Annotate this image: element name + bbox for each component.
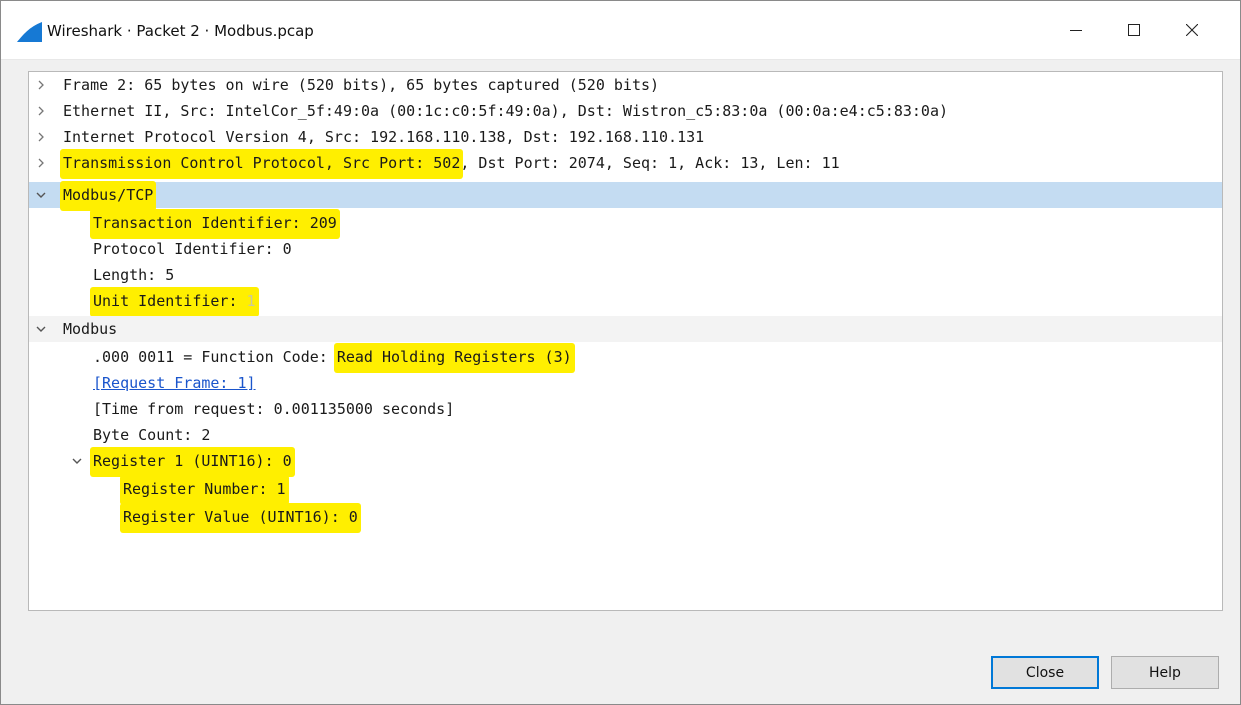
unit-id-highlight: Unit Identifier: 1: [90, 287, 259, 317]
register-number-text: Register Number: 1: [120, 475, 289, 505]
chevron-right-icon[interactable]: [33, 72, 49, 98]
unit-id-label: Unit Identifier:: [93, 292, 247, 310]
tree-row-transaction-id[interactable]: Transaction Identifier: 209: [29, 209, 1222, 239]
close-window-button[interactable]: [1163, 1, 1221, 59]
tree-row-time-from-request[interactable]: [Time from request: 0.001135000 seconds]: [29, 396, 1222, 422]
close-icon: [1186, 24, 1198, 36]
ethernet-summary: Ethernet II, Src: IntelCor_5f:49:0a (00:…: [63, 102, 949, 120]
minimize-button[interactable]: [1047, 1, 1105, 59]
tree-row-register-number[interactable]: Register Number: 1: [29, 475, 1222, 505]
unit-id-field: Unit Identifier: 1: [90, 287, 259, 317]
tree-row-tcp[interactable]: Transmission Control Protocol, Src Port:…: [29, 149, 1222, 179]
minimize-icon: [1070, 30, 1082, 31]
tree-row-length[interactable]: Length: 5: [29, 262, 1222, 288]
tree-row-byte-count[interactable]: Byte Count: 2: [29, 422, 1222, 448]
register-value-field: Register Value (UINT16): 0: [120, 503, 361, 533]
tcp-rest-text: , Dst Port: 2074, Seq: 1, Ack: 13, Len: …: [460, 154, 840, 172]
request-frame-link[interactable]: [Request Frame: 1]: [93, 370, 256, 396]
help-button[interactable]: Help: [1111, 656, 1219, 689]
tree-row-ipv4[interactable]: Internet Protocol Version 4, Src: 192.16…: [29, 124, 1222, 150]
tree-row-request-frame[interactable]: [Request Frame: 1]: [29, 370, 1222, 396]
ipv4-summary: Internet Protocol Version 4, Src: 192.16…: [63, 128, 705, 146]
maximize-icon: [1128, 24, 1140, 36]
chevron-right-icon[interactable]: [33, 98, 49, 124]
modbus-label: Modbus: [63, 320, 118, 338]
frame-summary: Frame 2: 65 bytes on wire (520 bits), 65…: [63, 76, 660, 94]
register-label: Register 1 (UINT16): 0: [90, 447, 295, 477]
tree-row-ethernet[interactable]: Ethernet II, Src: IntelCor_5f:49:0a (00:…: [29, 98, 1222, 124]
chevron-right-icon[interactable]: [33, 124, 49, 150]
function-code-prefix: .000 0011 = Function Code:: [93, 348, 337, 366]
tree-row-modbus-tcp[interactable]: Modbus/TCP: [29, 181, 1222, 211]
window-title: Wireshark · Packet 2 · Modbus.pcap: [47, 22, 314, 40]
chevron-down-icon[interactable]: [33, 316, 49, 342]
tree-row-function-code[interactable]: .000 0011 = Function Code: Read Holding …: [29, 343, 1222, 373]
close-button[interactable]: Close: [991, 656, 1099, 689]
shark-fin-icon: [17, 22, 42, 42]
function-code-value: Read Holding Registers (3): [333, 343, 575, 373]
modbus-tcp-label: Modbus/TCP: [60, 181, 157, 211]
byte-count-field: Byte Count: 2: [93, 426, 211, 444]
unit-id-value: 1: [246, 292, 256, 310]
protocol-id-field: Protocol Identifier: 0: [93, 240, 292, 258]
time-from-request-field: [Time from request: 0.001135000 seconds]: [93, 400, 455, 418]
tree-row-modbus[interactable]: Modbus: [29, 316, 1222, 342]
modbus-tcp-text: Modbus/TCP: [60, 181, 157, 211]
tcp-summary: Transmission Control Protocol, Src Port:…: [60, 149, 840, 179]
transaction-id-field: Transaction Identifier: 209: [90, 209, 340, 239]
tree-row-frame[interactable]: Frame 2: 65 bytes on wire (520 bits), 65…: [29, 72, 1222, 98]
register-value-text: Register Value (UINT16): 0: [120, 503, 361, 533]
length-field: Length: 5: [93, 266, 175, 284]
register-number-field: Register Number: 1: [120, 475, 289, 505]
title-bar[interactable]: Wireshark · Packet 2 · Modbus.pcap: [1, 1, 1240, 60]
tree-row-unit-id[interactable]: Unit Identifier: 1: [29, 287, 1222, 317]
tree-row-protocol-id[interactable]: Protocol Identifier: 0: [29, 236, 1222, 262]
tree-row-register[interactable]: Register 1 (UINT16): 0: [29, 447, 1222, 477]
transaction-id-text: Transaction Identifier: 209: [90, 209, 340, 239]
tcp-highlighted-text: Transmission Control Protocol, Src Port:…: [60, 149, 464, 179]
packet-dialog-window: Wireshark · Packet 2 · Modbus.pcap Frame…: [0, 0, 1241, 705]
function-code-field: .000 0011 = Function Code: Read Holding …: [93, 343, 575, 373]
chevron-down-icon[interactable]: [33, 182, 49, 208]
chevron-down-icon[interactable]: [69, 448, 85, 474]
chevron-right-icon[interactable]: [33, 150, 49, 176]
packet-details-tree[interactable]: Frame 2: 65 bytes on wire (520 bits), 65…: [28, 71, 1223, 611]
maximize-button[interactable]: [1105, 1, 1163, 59]
register-text: Register 1 (UINT16): 0: [90, 447, 295, 477]
tree-row-register-value[interactable]: Register Value (UINT16): 0: [29, 503, 1222, 533]
